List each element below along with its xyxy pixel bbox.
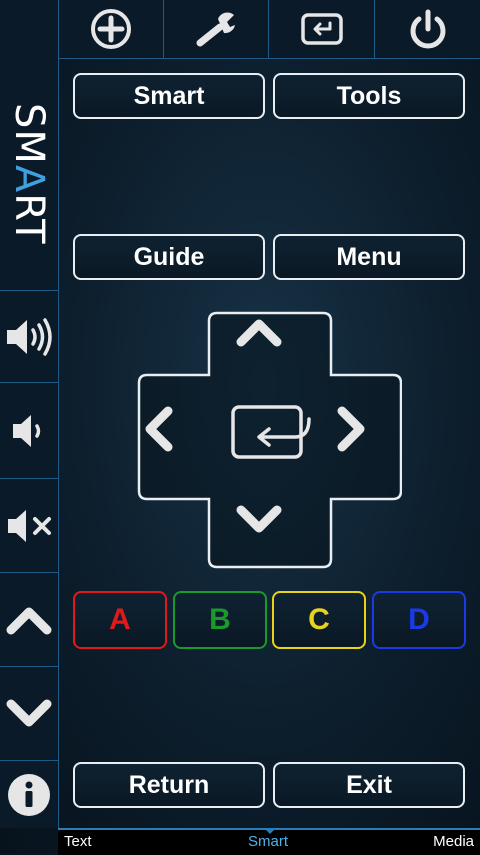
color-button-b[interactable]: B [173, 591, 267, 649]
top-toolbar [58, 0, 480, 59]
tools-button[interactable]: Tools [273, 73, 465, 119]
return-button[interactable]: Return [73, 762, 265, 808]
dpad-enter-button[interactable] [225, 401, 317, 471]
exit-button[interactable]: Exit [273, 762, 465, 808]
info-icon [8, 774, 50, 816]
volume-down-button[interactable] [0, 382, 58, 479]
mute-button[interactable] [0, 478, 58, 573]
channel-up-button[interactable] [0, 572, 58, 667]
tab-smart[interactable]: Smart [248, 833, 288, 850]
power-icon [410, 9, 446, 49]
volume-up-icon [7, 318, 52, 356]
color-button-a[interactable]: A [73, 591, 167, 649]
arrow-down-icon [236, 505, 282, 533]
enter-icon [231, 405, 311, 459]
guide-button[interactable]: Guide [73, 234, 265, 280]
dpad [137, 305, 402, 570]
volume-down-icon [13, 415, 41, 447]
tab-text[interactable]: Text [64, 833, 92, 850]
color-button-d[interactable]: D [372, 591, 466, 649]
wrench-icon [196, 12, 235, 47]
source-button[interactable] [268, 0, 375, 58]
left-sidebar: SMART [0, 0, 59, 828]
add-button[interactable] [58, 0, 163, 58]
channel-down-icon [6, 699, 52, 727]
dpad-down-button[interactable] [233, 503, 307, 563]
dpad-right-button[interactable] [335, 403, 399, 473]
arrow-left-icon [145, 406, 173, 452]
arrow-right-icon [337, 406, 365, 452]
info-button[interactable] [0, 760, 58, 829]
volume-up-button[interactable] [0, 290, 58, 383]
color-button-c[interactable]: C [272, 591, 366, 649]
arrow-up-icon [236, 319, 282, 347]
dpad-up-button[interactable] [233, 315, 307, 373]
bottom-tab-bar: Text Smart Media [58, 828, 480, 855]
channel-up-icon [6, 607, 52, 635]
smart-logo: SMART [6, 103, 52, 245]
tab-media[interactable]: Media [433, 833, 474, 850]
tools-icon-button[interactable] [163, 0, 269, 58]
channel-down-button[interactable] [0, 666, 58, 761]
source-input-icon [301, 13, 343, 45]
menu-button[interactable]: Menu [273, 234, 465, 280]
dpad-left-button[interactable] [141, 403, 205, 473]
power-button[interactable] [374, 0, 480, 58]
mute-icon [8, 510, 51, 542]
smart-button[interactable]: Smart [73, 73, 265, 119]
add-circle-icon [90, 9, 131, 49]
